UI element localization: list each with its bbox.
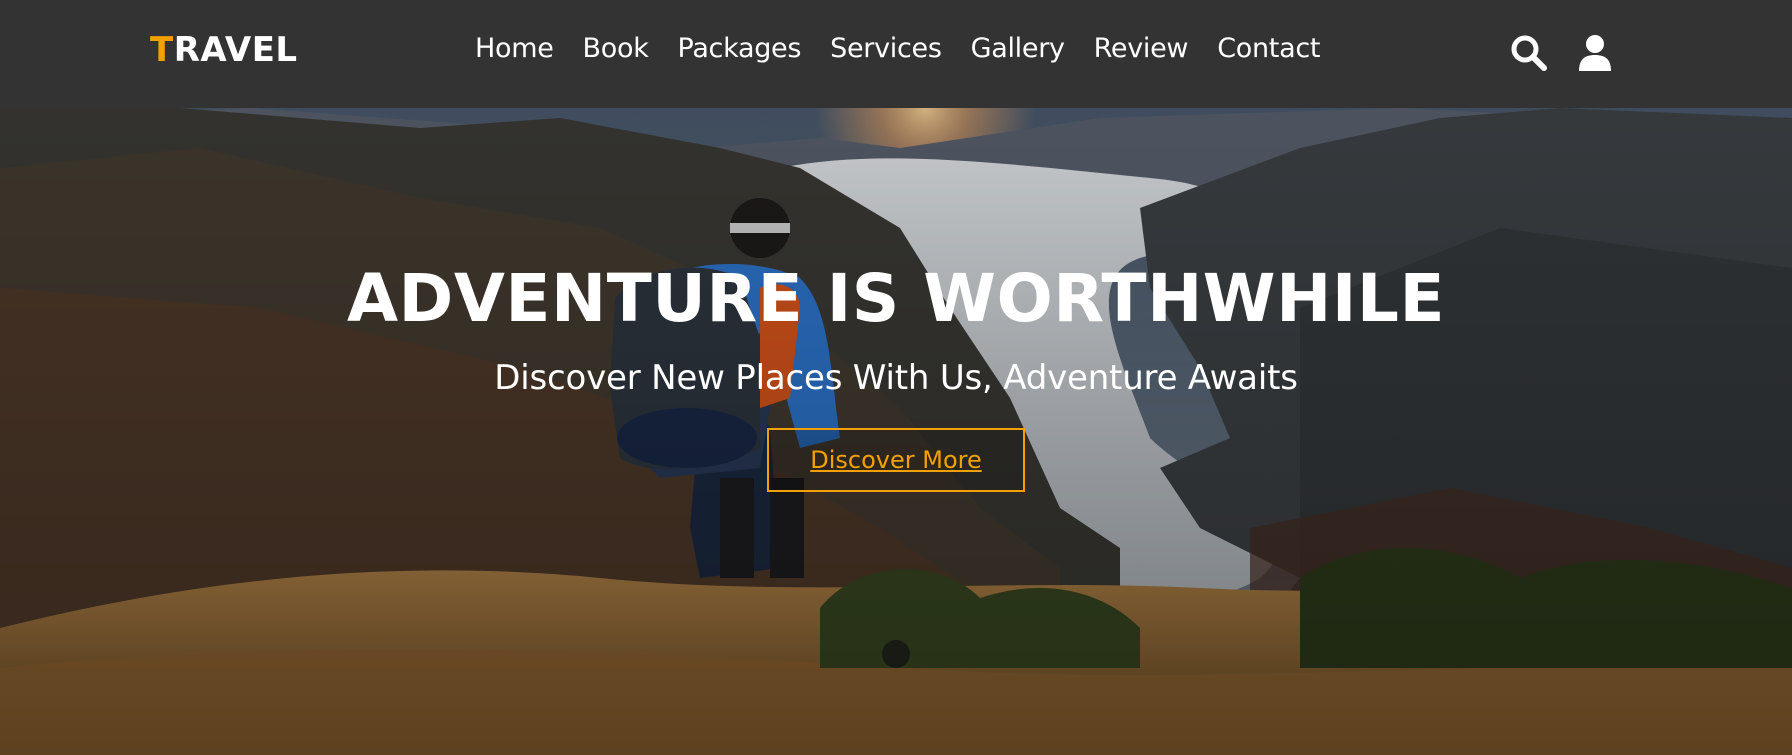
nav-contact[interactable]: Contact [1217, 33, 1320, 64]
logo[interactable]: TRAVEL [150, 30, 298, 70]
hero-subtitle: Discover New Places With Us, Adventure A… [494, 358, 1298, 398]
top-navbar: TRAVEL Home Book Packages Services Galle… [0, 0, 1792, 108]
header-icons [1510, 33, 1614, 73]
logo-initial: T [150, 30, 174, 70]
carousel-indicator[interactable] [882, 640, 910, 668]
logo-text: RAVEL [173, 30, 298, 70]
user-icon[interactable] [1576, 33, 1614, 73]
hero-section: ADVENTURE IS WORTHWHILE Discover New Pla… [0, 108, 1792, 755]
nav-gallery[interactable]: Gallery [971, 33, 1065, 64]
nav-services[interactable]: Services [830, 33, 942, 64]
nav-packages[interactable]: Packages [678, 33, 802, 64]
main-nav: Home Book Packages Services Gallery Revi… [475, 33, 1320, 64]
nav-home[interactable]: Home [475, 33, 554, 64]
nav-book[interactable]: Book [583, 33, 649, 64]
hero-title: ADVENTURE IS WORTHWHILE [346, 260, 1446, 337]
nav-review[interactable]: Review [1094, 33, 1189, 64]
discover-more-button[interactable]: Discover More [767, 428, 1025, 492]
search-icon[interactable] [1510, 33, 1548, 73]
